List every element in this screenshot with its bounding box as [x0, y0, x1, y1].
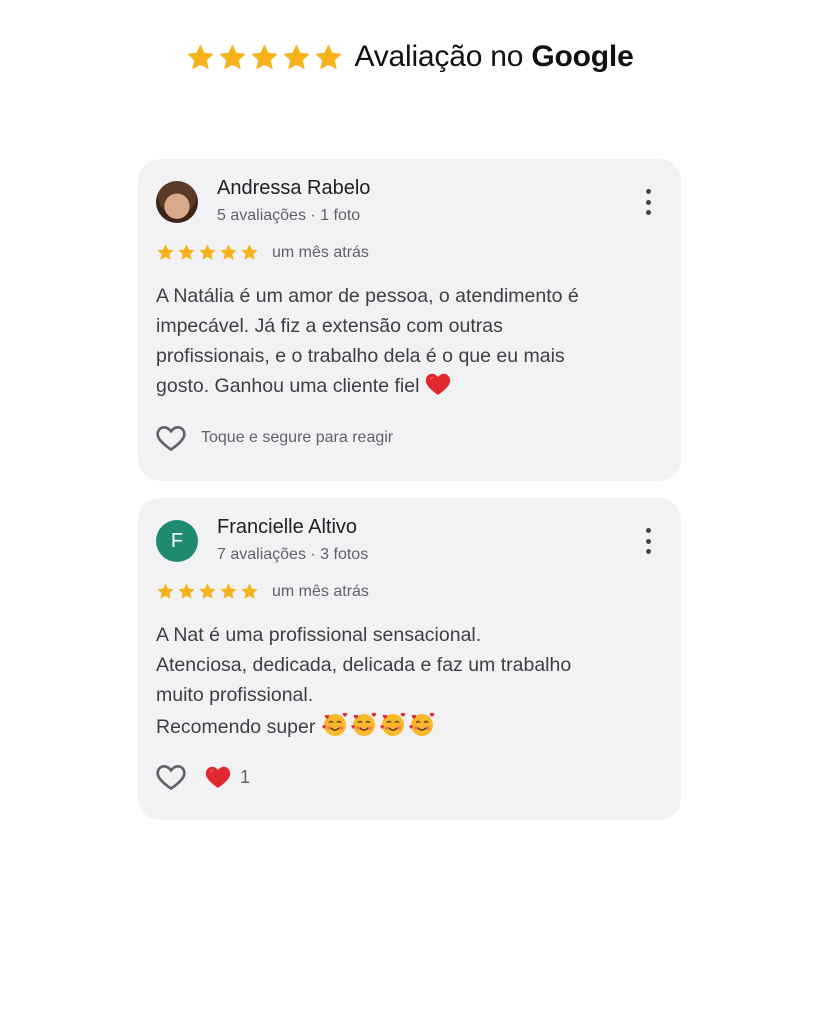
star-icon	[241, 244, 258, 260]
star-icon	[178, 583, 195, 599]
more-options-icon[interactable]	[641, 526, 655, 556]
avatar[interactable]	[156, 181, 198, 223]
smiling-face-with-hearts-emoji-icon	[408, 712, 435, 736]
review-text-line: muito profissional.	[156, 684, 314, 706]
red-heart-reaction-icon[interactable]	[205, 765, 231, 789]
avatar-letter: F	[170, 529, 184, 552]
review-card: Andressa Rabelo 5 avaliações · 1 foto um…	[138, 159, 681, 481]
rating-label: Avaliação no	[354, 40, 524, 73]
review-text: A Natália é um amor de pessoa, o atendim…	[156, 281, 636, 401]
star-icon	[241, 583, 258, 599]
review-time: um mês atrás	[272, 582, 369, 600]
reviews-page: Avaliação no Google Andressa Rabelo 5 av…	[0, 0, 819, 1024]
star-icon	[178, 244, 195, 260]
reaction-row: Toque e segure para reagir	[155, 423, 393, 453]
review-text-line: profissionais, e o trabalho dela é o que…	[156, 345, 565, 367]
star-icon	[220, 583, 237, 599]
reaction-row: 1	[155, 762, 250, 792]
review-text-line: A Nat é uma profissional sensacional.	[156, 624, 482, 646]
star-icon	[187, 43, 215, 69]
reaction-count: 1	[240, 766, 251, 787]
star-icon	[219, 43, 247, 69]
review-text-line: impecável. Já fiz a extensão com outras	[156, 315, 503, 337]
star-icon	[157, 583, 174, 599]
review-text-line-content: Recomendo super	[156, 716, 316, 738]
review-author[interactable]: Francielle Altivo	[217, 516, 357, 539]
star-icon	[315, 43, 343, 69]
review-rating: um mês atrás	[156, 243, 369, 262]
page-title: Avaliação no Google	[354, 40, 633, 74]
star-rating	[156, 582, 259, 601]
review-text: A Nat é uma profissional sensacional. At…	[156, 620, 636, 742]
review-rating: um mês atrás	[156, 582, 369, 601]
review-text-line: Recomendo super	[156, 710, 636, 742]
review-author-meta: 7 avaliações · 3 fotos	[217, 546, 369, 563]
header-star-rating	[185, 42, 344, 73]
review-text-line: Atenciosa, dedicada, delicada e faz um t…	[156, 654, 572, 676]
red-heart-emoji-icon	[425, 373, 451, 395]
star-icon	[199, 244, 216, 260]
review-card: F Francielle Altivo 7 avaliações · 3 fot…	[138, 498, 681, 820]
star-icon	[157, 244, 174, 260]
smiling-face-with-hearts-emoji-icon	[379, 712, 406, 736]
review-author[interactable]: Andressa Rabelo	[217, 177, 370, 200]
star-icon	[283, 43, 311, 69]
react-hint: Toque e segure para reagir	[201, 429, 394, 446]
more-options-icon[interactable]	[641, 187, 655, 217]
smiling-face-with-hearts-emoji-icon	[350, 712, 377, 736]
review-text-line: A Natália é um amor de pessoa, o atendim…	[156, 285, 579, 307]
star-icon	[220, 244, 237, 260]
page-header: Avaliação no Google	[0, 40, 819, 74]
review-text-line-content: gosto. Ganhou uma cliente fiel	[156, 375, 420, 397]
brand-name: Google	[531, 40, 634, 73]
smiling-face-with-hearts-emoji-icon	[321, 712, 348, 736]
review-author-meta: 5 avaliações · 1 foto	[217, 207, 361, 224]
star-icon	[199, 583, 216, 599]
review-time: um mês atrás	[272, 243, 369, 261]
avatar[interactable]: F	[156, 520, 198, 562]
star-icon	[251, 43, 279, 69]
review-text-line: gosto. Ganhou uma cliente fiel	[156, 371, 636, 401]
heart-outline-icon[interactable]	[155, 762, 187, 792]
star-rating	[156, 243, 259, 262]
heart-outline-icon[interactable]	[155, 423, 187, 453]
